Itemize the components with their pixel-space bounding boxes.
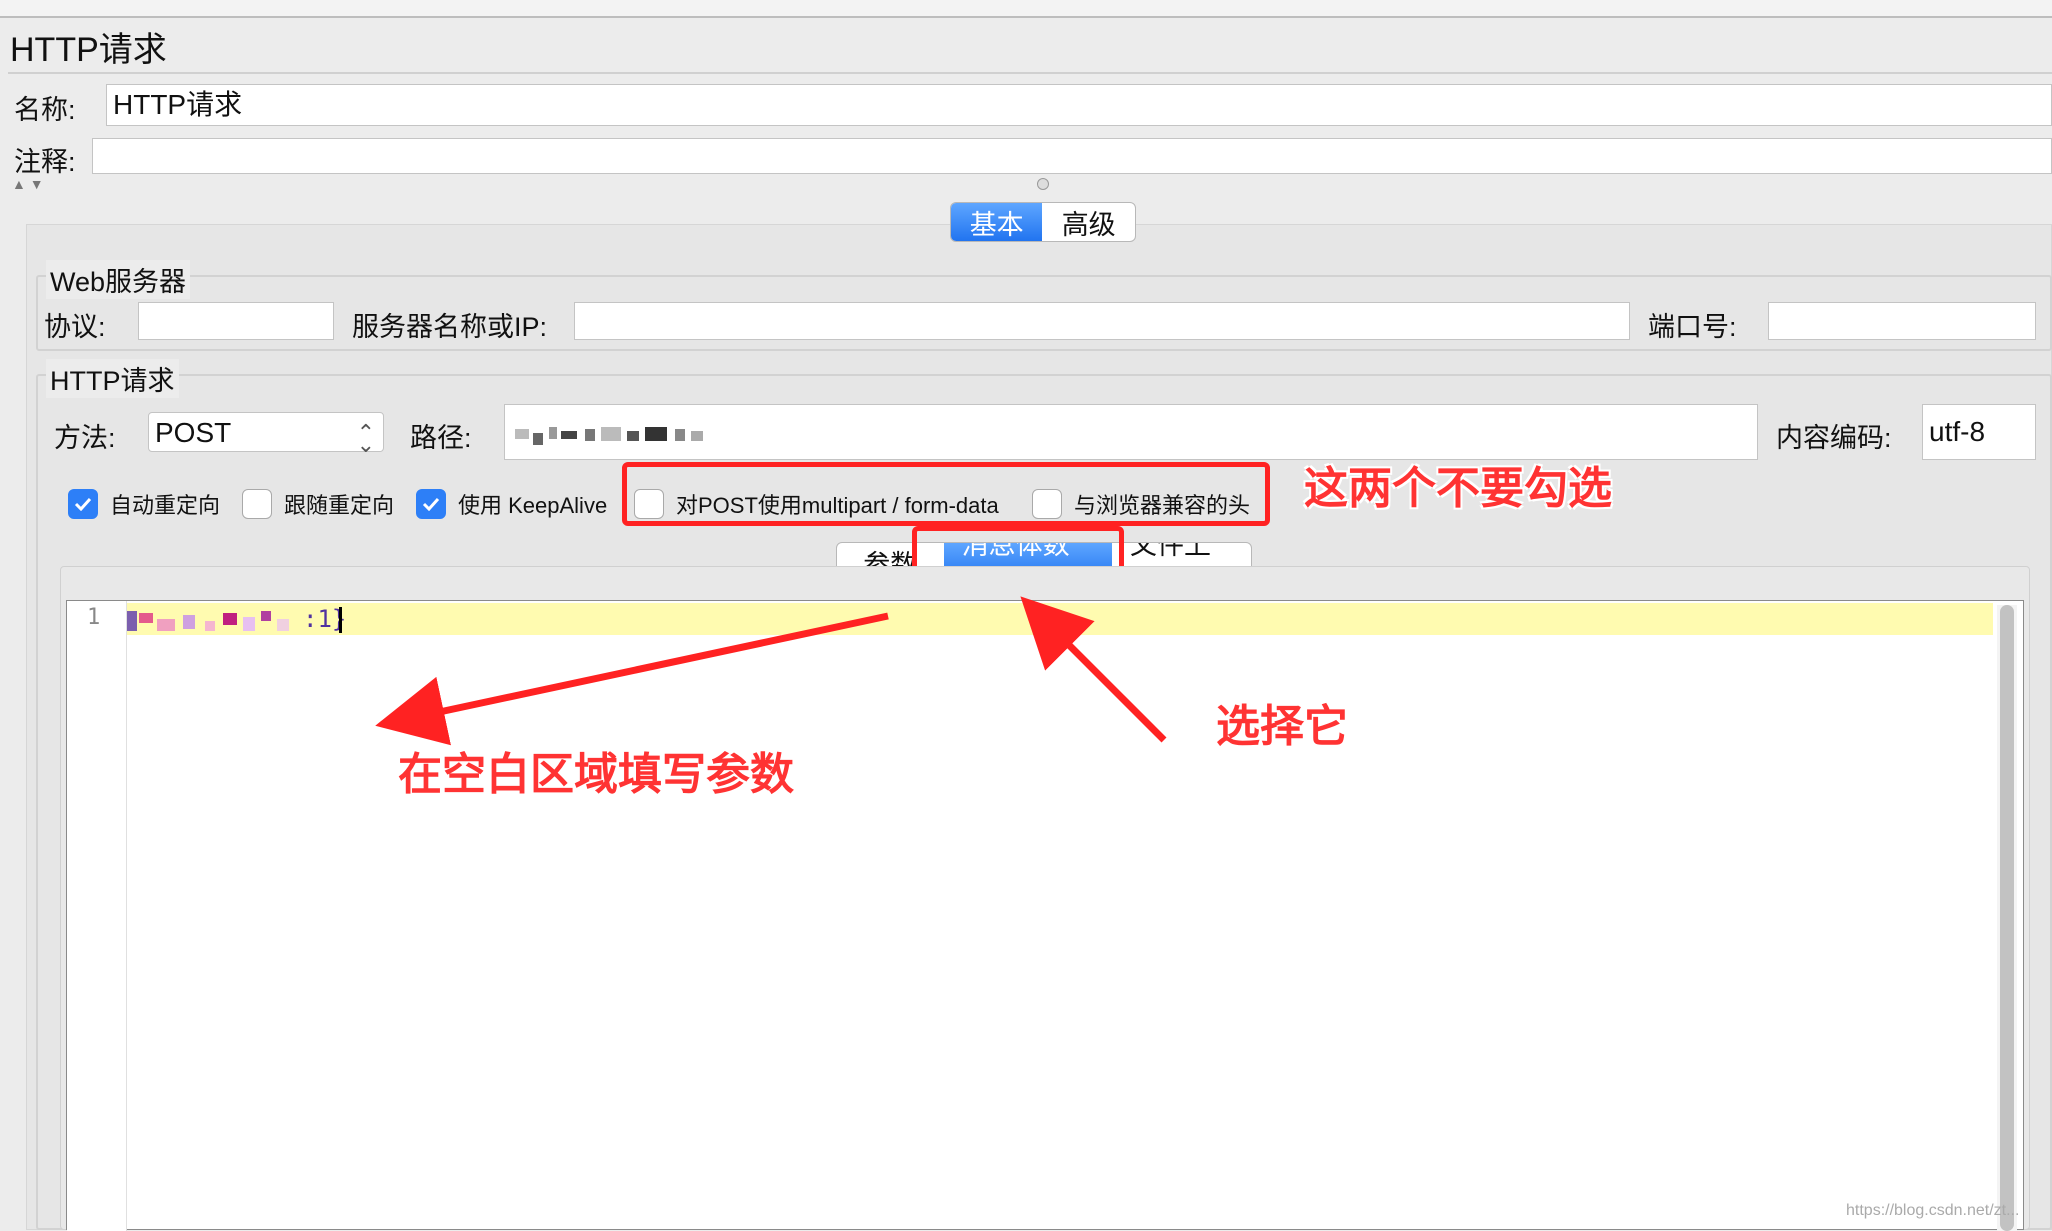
annotation-select-it: 选择它 (1216, 702, 1348, 751)
arrow-to-body-tab (1020, 596, 1167, 743)
arrow-to-blank-area (375, 612, 889, 746)
annotation-arrows (375, 596, 1167, 746)
annotation-fill-params: 在空白区域填写参数 (398, 750, 794, 799)
watermark: https://blog.csdn.net/zt... (1846, 1202, 2020, 1219)
